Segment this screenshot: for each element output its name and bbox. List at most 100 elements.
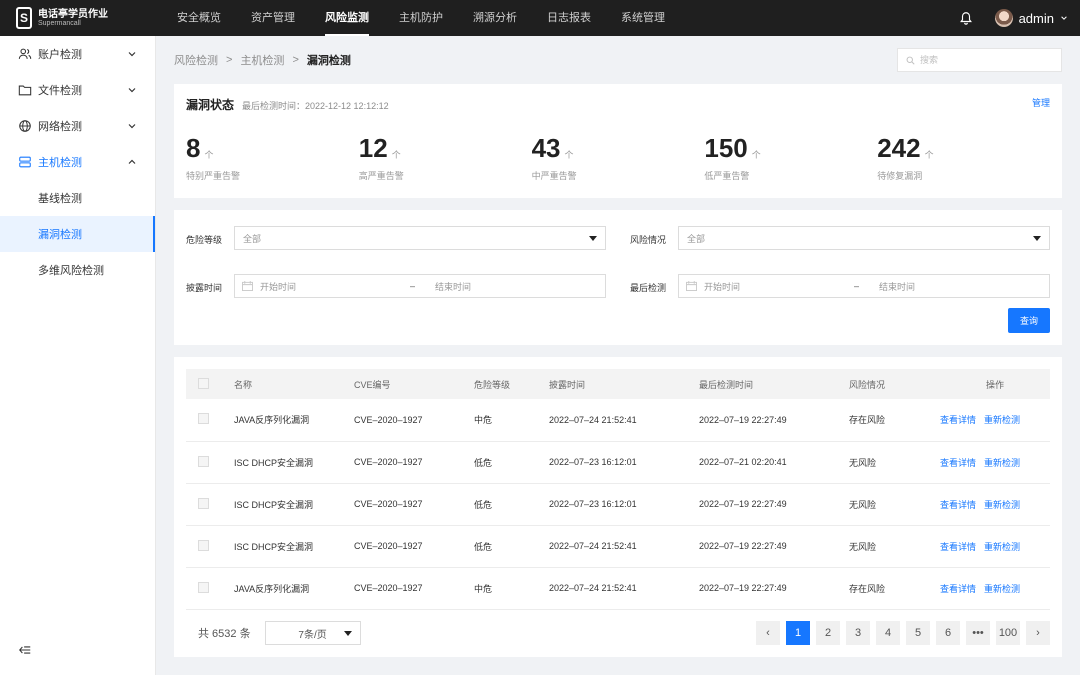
- row-checkbox[interactable]: [198, 497, 209, 509]
- caret-down-icon: [1033, 236, 1041, 241]
- table-row[interactable]: ISC DHCP安全漏洞 CVE–2020–1927 低危 2022–07–24 21…: [186, 525, 1050, 568]
- page-button-4[interactable]: 4: [876, 621, 900, 645]
- more-pages-button[interactable]: •••: [966, 621, 990, 645]
- recheck-link[interactable]: 重新检测: [984, 458, 1020, 468]
- sidebar-subitem-baseline-detection[interactable]: 基线检测: [0, 180, 155, 216]
- breadcrumb-risk-detection[interactable]: 风险检测: [174, 52, 218, 68]
- range-separator: –: [410, 281, 416, 291]
- risk-level-select[interactable]: 全部: [234, 226, 606, 250]
- cell-cve: CVE–2020–1927: [354, 441, 474, 484]
- topnav-log-reports[interactable]: 日志报表: [532, 0, 606, 36]
- topnav-trace-analysis[interactable]: 溯源分析: [458, 0, 532, 36]
- topnav-asset-management[interactable]: 资产管理: [236, 0, 310, 36]
- risk-state-select[interactable]: 全部: [678, 226, 1050, 250]
- table-row[interactable]: JAVA反序列化漏洞 CVE–2020–1927 中危 2022–07–24 21:5…: [186, 567, 1050, 610]
- query-button[interactable]: 查询: [1008, 308, 1050, 333]
- disclose-time-range[interactable]: 开始时间 – 结束时间: [234, 274, 606, 298]
- collapse-sidebar-icon[interactable]: [18, 643, 32, 657]
- sidebar-subitem-multi-risk-detection[interactable]: 多维风险检测: [0, 252, 155, 288]
- cell-disclose-time: 2022–07–24 21:52:41: [549, 567, 699, 610]
- page-button-2[interactable]: 2: [816, 621, 840, 645]
- range-separator: –: [854, 281, 860, 291]
- stat-label: 中严重告警: [531, 171, 577, 181]
- row-checkbox[interactable]: [198, 455, 209, 467]
- page-button-3[interactable]: 3: [846, 621, 870, 645]
- cell-actions: 查看详情 重新检测: [940, 567, 1050, 610]
- row-checkbox-cell: [186, 441, 234, 484]
- vulnerability-table: 名称 CVE编号 危险等级 披露时间 最后检测时间 风险情况 操作 JAVA反序…: [186, 369, 1050, 610]
- chevron-down-icon[interactable]: [1060, 14, 1068, 22]
- bell-icon[interactable]: [959, 11, 973, 25]
- row-checkbox[interactable]: [198, 581, 209, 593]
- search-input[interactable]: [920, 55, 1050, 65]
- breadcrumb-host-detection[interactable]: 主机检测: [240, 52, 284, 68]
- view-details-link[interactable]: 查看详情: [940, 458, 976, 468]
- row-checkbox[interactable]: [198, 539, 209, 551]
- calendar-icon: [242, 281, 253, 291]
- risk-level-value: 全部: [243, 233, 262, 244]
- avatar[interactable]: [994, 9, 1013, 27]
- end-time-placeholder[interactable]: 结束时间: [879, 280, 915, 293]
- cell-disclose-time: 2022–07–23 16:12:01: [549, 441, 699, 484]
- sidebar-item-host-detection[interactable]: 主机检测: [0, 144, 155, 180]
- stat-critical: 8个 特别严重告警: [186, 135, 359, 182]
- manage-link[interactable]: 管理: [1032, 96, 1050, 109]
- last-check-range[interactable]: 开始时间 – 结束时间: [678, 274, 1050, 298]
- brand[interactable]: S 电话亭学员作业 Supermancall: [0, 0, 156, 36]
- page-button-100[interactable]: 100: [996, 621, 1020, 645]
- row-checkbox[interactable]: [198, 413, 209, 425]
- topnav-system-management[interactable]: 系统管理: [606, 0, 680, 36]
- stat-label: 待修复漏洞: [877, 171, 923, 181]
- caret-down-icon: [343, 631, 352, 636]
- stat-value: 43: [531, 133, 561, 163]
- stat-value: 8: [186, 133, 201, 163]
- table-row[interactable]: JAVA反序列化漏洞 CVE–2020–1927 中危 2022–07–24 21:5…: [186, 399, 1050, 442]
- table-row[interactable]: ISC DHCP安全漏洞 CVE–2020–1927 低危 2022–07–23 16…: [186, 483, 1050, 526]
- server-icon: [19, 156, 31, 168]
- table-row[interactable]: ISC DHCP安全漏洞 CVE–2020–1927 低危 2022–07–23 16…: [186, 441, 1050, 484]
- recheck-link[interactable]: 重新检测: [984, 584, 1020, 594]
- recheck-link[interactable]: 重新检测: [984, 415, 1020, 425]
- breadcrumb-separator: >: [292, 54, 299, 66]
- topnav-host-protection[interactable]: 主机防护: [384, 0, 458, 36]
- cell-disclose-time: 2022–07–23 16:12:01: [549, 483, 699, 526]
- recheck-link[interactable]: 重新检测: [984, 542, 1020, 552]
- view-details-link[interactable]: 查看详情: [940, 542, 976, 552]
- sidebar-subitem-vulnerability-detection[interactable]: 漏洞检测: [0, 216, 155, 252]
- top-navbar: S 电话亭学员作业 Supermancall 安全概览 资产管理 风险监测 主机…: [0, 0, 1080, 36]
- prev-page-button[interactable]: ‹: [756, 621, 780, 645]
- cell-cve: CVE–2020–1927: [354, 525, 474, 568]
- caret-down-icon: [589, 236, 597, 241]
- stat-unit: 个: [751, 150, 761, 160]
- col-risk-state: 风险情况: [849, 379, 886, 390]
- end-time-placeholder[interactable]: 结束时间: [435, 280, 471, 293]
- users-icon: [18, 48, 32, 59]
- next-page-button[interactable]: ›: [1026, 621, 1050, 645]
- sidebar-item-account-detection[interactable]: 账户检测: [0, 36, 155, 72]
- topnav-security-overview[interactable]: 安全概览: [162, 0, 236, 36]
- user-name[interactable]: admin: [1019, 11, 1054, 26]
- page-button-5[interactable]: 5: [906, 621, 930, 645]
- stats-row: 8个 特别严重告警 12 个 高严重告警 43 个 中严重告警 150 个 低严重告警…: [186, 135, 1050, 182]
- cell-cve: CVE–2020–1927: [354, 567, 474, 610]
- page-size-select[interactable]: 7条/页: [264, 621, 361, 645]
- select-all-checkbox[interactable]: [198, 377, 209, 389]
- view-details-link[interactable]: 查看详情: [940, 415, 976, 425]
- col-last-check: 最后检测时间: [699, 379, 754, 390]
- cell-actions: 查看详情 重新检测: [940, 441, 1050, 484]
- start-time-placeholder[interactable]: 开始时间: [704, 280, 854, 293]
- page-button-1[interactable]: 1: [786, 621, 810, 645]
- sidebar-item-file-detection[interactable]: 文件检测: [0, 72, 155, 108]
- main-content: 风险检测 > 主机检测 > 漏洞检测 漏洞状态 最后检测时间：2022-12-1…: [174, 36, 1062, 657]
- recheck-link[interactable]: 重新检测: [984, 500, 1020, 510]
- view-details-link[interactable]: 查看详情: [940, 500, 976, 510]
- cell-name: JAVA反序列化漏洞: [234, 567, 354, 610]
- page-button-6[interactable]: 6: [936, 621, 960, 645]
- stat-pending-fix: 242 个 待修复漏洞: [877, 135, 1050, 182]
- topnav-risk-monitoring[interactable]: 风险监测: [310, 0, 384, 36]
- cell-risk-state: 存在风险: [849, 567, 940, 610]
- cell-risk-state: 无风险: [849, 525, 940, 568]
- sidebar-item-network-detection[interactable]: 网络检测: [0, 108, 155, 144]
- view-details-link[interactable]: 查看详情: [940, 584, 976, 594]
- start-time-placeholder[interactable]: 开始时间: [260, 280, 410, 293]
